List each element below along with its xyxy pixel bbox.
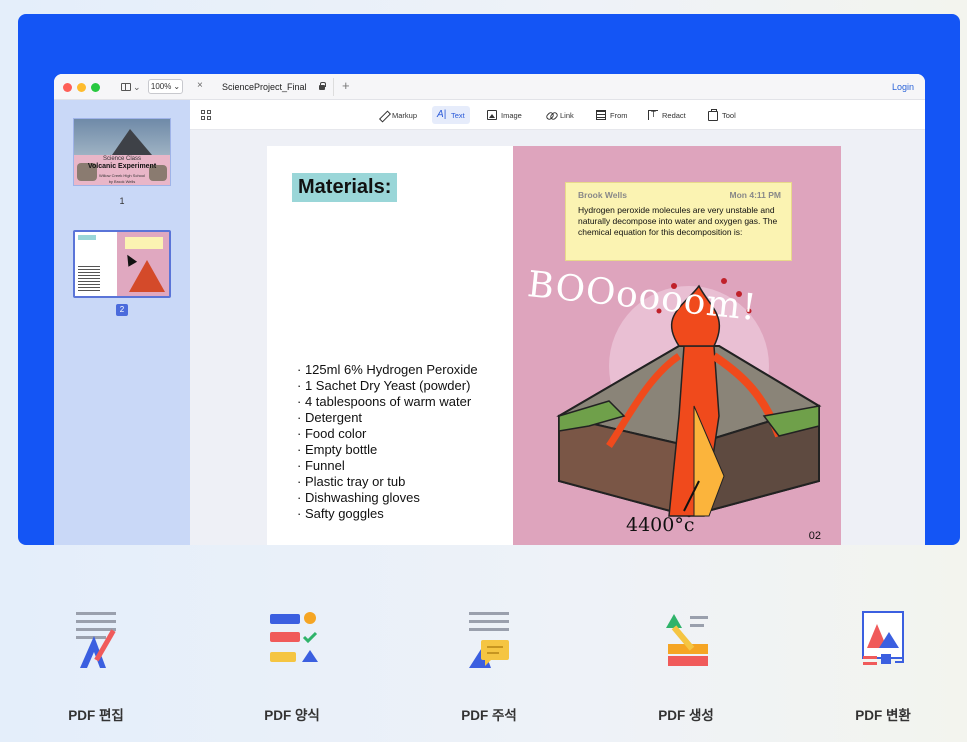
title-bar: ⌄ 100% ⌄ × ScienceProject_Final + Login bbox=[54, 74, 925, 100]
tab-divider bbox=[333, 78, 334, 96]
thumbnail-volcano bbox=[129, 260, 165, 292]
thumbnail-subtitle: Science Class bbox=[102, 156, 141, 162]
markup-tool[interactable]: Markup bbox=[373, 106, 422, 124]
list-item[interactable]: Safty goggles bbox=[297, 506, 478, 522]
list-item[interactable]: Food color bbox=[297, 426, 478, 442]
page-thumbnail-sidebar: Science Class Volcanic Experiment Willow… bbox=[54, 100, 190, 545]
list-item[interactable]: 4 tablespoons of warm water bbox=[297, 394, 478, 410]
feature-label: PDF 편집 bbox=[68, 708, 124, 723]
page-thumbnail-2[interactable] bbox=[73, 230, 171, 298]
tool-label: Tool bbox=[722, 110, 736, 120]
image-tool[interactable]: Image bbox=[482, 106, 527, 124]
sidebar-toggle-button[interactable]: ⌄ bbox=[121, 80, 143, 94]
list-item[interactable]: Dishwashing gloves bbox=[297, 490, 478, 506]
link-icon bbox=[546, 110, 556, 120]
thumbnail-title: Volcanic Experiment bbox=[87, 163, 157, 170]
tool-label: Image bbox=[501, 110, 522, 120]
feature-label: PDF 양식 bbox=[264, 708, 320, 723]
pdf-edit-icon bbox=[76, 612, 116, 668]
lock-icon bbox=[319, 82, 326, 90]
page-number-badge: 2 bbox=[116, 304, 128, 316]
toolbox-tool[interactable]: Tool bbox=[703, 106, 741, 124]
pdf-create-icon bbox=[666, 614, 708, 666]
minimize-window-button[interactable] bbox=[77, 83, 86, 92]
image-icon bbox=[487, 110, 497, 120]
thumbnail-heading bbox=[78, 235, 96, 240]
grid-view-icon[interactable] bbox=[201, 110, 211, 120]
tool-label: Link bbox=[560, 110, 574, 120]
comment-note[interactable]: Brook Wells Mon 4:11 PM Hydrogen peroxid… bbox=[565, 182, 792, 261]
note-timestamp: Mon 4:11 PM bbox=[729, 190, 781, 200]
feature-pdf-form[interactable]: PDF 양식 bbox=[232, 606, 352, 726]
tab-close-button[interactable]: × bbox=[197, 80, 203, 91]
login-link[interactable]: Login bbox=[892, 82, 914, 92]
form-tool[interactable]: From bbox=[591, 106, 633, 124]
tool-label: Redact bbox=[662, 110, 686, 120]
materials-list: 125ml 6% Hydrogen Peroxide 1 Sachet Dry … bbox=[297, 362, 478, 522]
close-window-button[interactable] bbox=[63, 83, 72, 92]
list-item[interactable]: Detergent bbox=[297, 410, 478, 426]
page-number: 02 bbox=[808, 530, 821, 542]
thumbnail-author: by Brook Wells bbox=[108, 179, 136, 184]
redact-icon bbox=[648, 110, 658, 120]
pdf-form-icon bbox=[270, 612, 318, 662]
chevron-down-icon: ⌄ bbox=[133, 81, 141, 92]
note-author: Brook Wells bbox=[578, 190, 627, 200]
toolbox-icon bbox=[708, 109, 718, 121]
thumbnail-list bbox=[78, 266, 100, 292]
pdf-annotate-icon bbox=[469, 612, 509, 668]
form-icon bbox=[596, 110, 606, 120]
pdf-convert-icon bbox=[862, 611, 904, 665]
list-item[interactable]: Plastic tray or tub bbox=[297, 474, 478, 490]
tool-label: Text bbox=[451, 110, 465, 120]
pdf-editor-window: ⌄ 100% ⌄ × ScienceProject_Final + Login … bbox=[54, 74, 925, 545]
document-page-left: Materials: 125ml 6% Hydrogen Peroxide 1 … bbox=[267, 146, 513, 545]
tab-title[interactable]: ScienceProject_Final bbox=[222, 82, 307, 92]
list-item[interactable]: 1 Sachet Dry Yeast (powder) bbox=[297, 378, 478, 394]
zoom-level: 100% bbox=[150, 82, 172, 91]
new-tab-button[interactable]: + bbox=[342, 78, 350, 93]
list-item[interactable]: 125ml 6% Hydrogen Peroxide bbox=[297, 362, 478, 378]
feature-pdf-create[interactable]: PDF 생성 bbox=[626, 606, 746, 726]
feature-label: PDF 생성 bbox=[658, 708, 714, 723]
feature-pdf-convert[interactable]: PDF 변환 bbox=[823, 606, 943, 726]
thumbnail-school: Willow Creek High School bbox=[98, 173, 145, 178]
text-tool[interactable]: A| Text bbox=[432, 106, 470, 124]
page-thumbnail-1[interactable]: Science Class Volcanic Experiment Willow… bbox=[73, 118, 171, 186]
thumbnail-rock bbox=[112, 129, 152, 155]
pen-icon bbox=[378, 110, 388, 120]
list-item[interactable]: Empty bottle bbox=[297, 442, 478, 458]
temperature-label: 4400°c bbox=[626, 514, 695, 536]
feature-pdf-annotate[interactable]: PDF 주석 bbox=[429, 606, 549, 726]
text-icon: A| bbox=[437, 109, 447, 120]
document-page-right: Brook Wells Mon 4:11 PM Hydrogen peroxid… bbox=[513, 146, 841, 545]
materials-heading[interactable]: Materials: bbox=[292, 173, 398, 202]
feature-pdf-edit[interactable]: PDF 편집 bbox=[36, 606, 156, 726]
tool-label: From bbox=[610, 110, 628, 120]
edit-toolbar: Markup A| Text Image Link From Redact To… bbox=[190, 100, 925, 130]
document-canvas: Materials: 125ml 6% Hydrogen Peroxide 1 … bbox=[190, 130, 925, 545]
feature-label: PDF 주석 bbox=[461, 708, 517, 723]
tool-label: Markup bbox=[392, 110, 418, 120]
link-tool[interactable]: Link bbox=[541, 106, 579, 124]
chevron-down-icon: ⌄ bbox=[173, 82, 181, 91]
sidebar-icon bbox=[121, 83, 131, 91]
thumbnail-note bbox=[125, 237, 163, 249]
redact-tool[interactable]: Redact bbox=[643, 106, 691, 124]
feature-label: PDF 변환 bbox=[855, 708, 911, 723]
maximize-window-button[interactable] bbox=[91, 83, 100, 92]
zoom-select[interactable]: 100% ⌄ bbox=[148, 79, 183, 94]
list-item[interactable]: Funnel bbox=[297, 458, 478, 474]
note-body: Hydrogen peroxide molecules are very uns… bbox=[578, 205, 778, 237]
page-number-label: 1 bbox=[119, 196, 125, 206]
